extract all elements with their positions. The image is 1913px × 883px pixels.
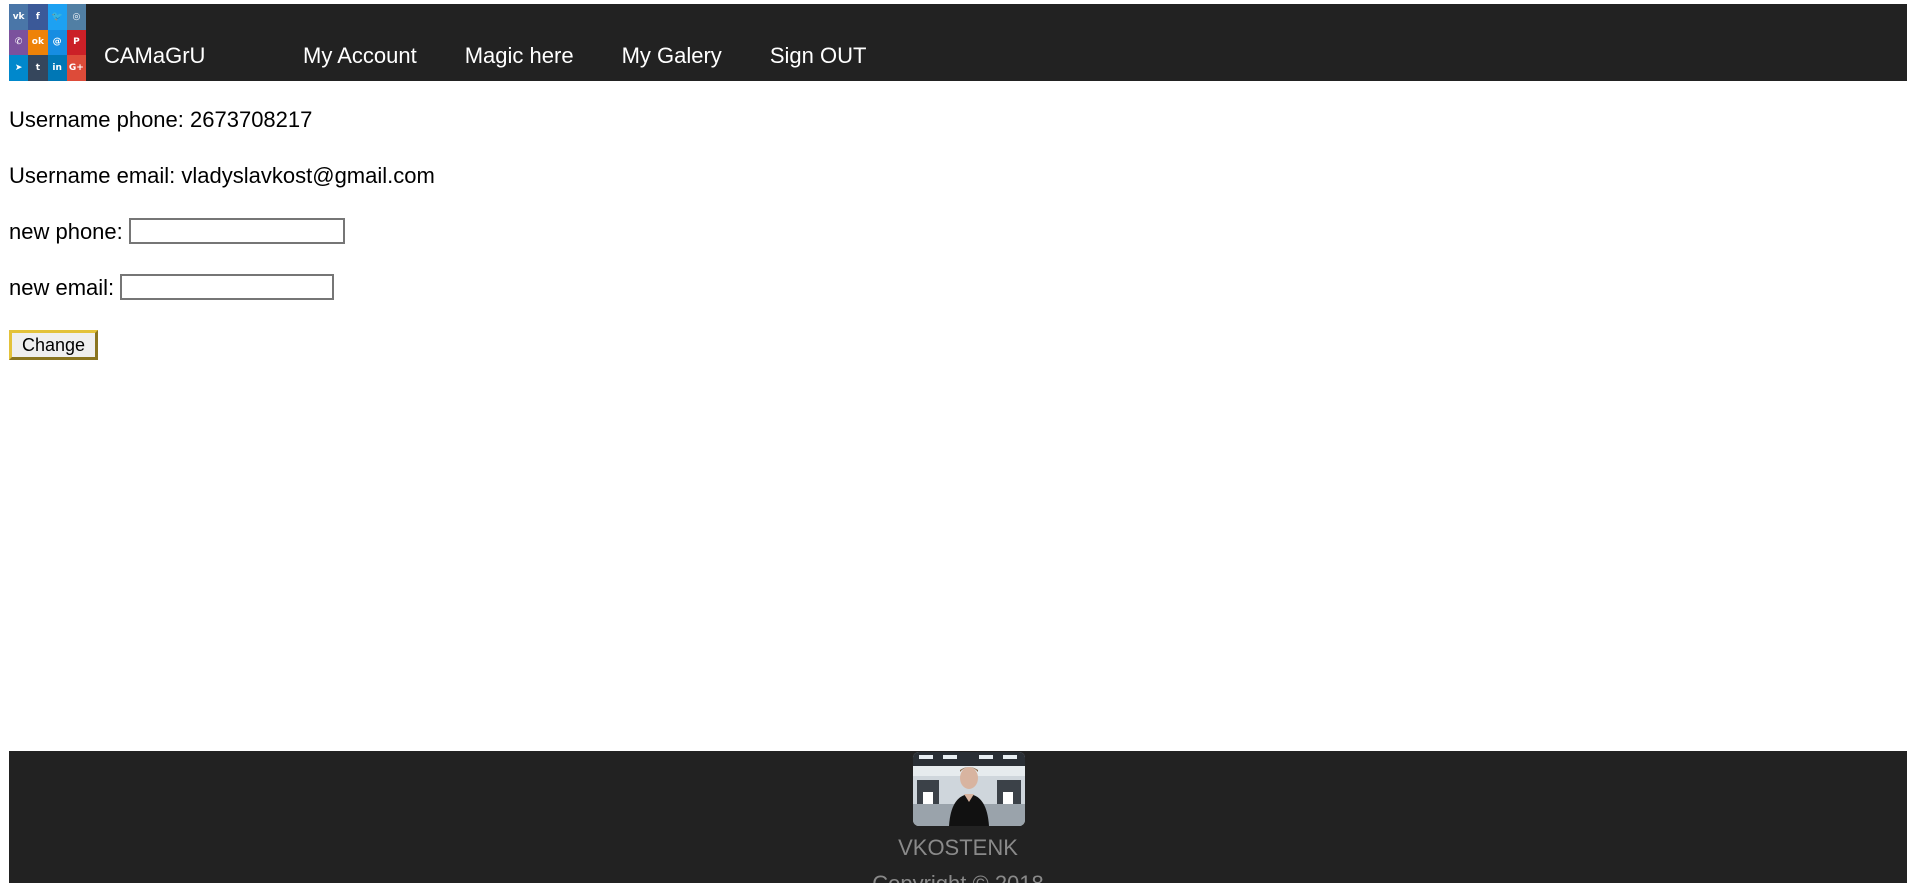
change-row: Change [9, 329, 435, 385]
twitter-icon[interactable]: 🐦 [47, 4, 67, 30]
new-email-input[interactable] [120, 274, 335, 300]
new-phone-label: new phone: [9, 219, 123, 244]
footer-copyright: Copyright © 2018 [9, 871, 1907, 883]
nav-sign-out[interactable]: Sign OUT [746, 4, 891, 81]
main-nav: My Account Magic here My Galery Sign OUT [279, 4, 890, 81]
account-panel: Username phone: 2673708217 Username emai… [9, 105, 435, 385]
nav-my-account[interactable]: My Account [279, 4, 441, 81]
new-phone-row: new phone: [9, 217, 435, 273]
social-share-grid: vk f 🐦 ◎ ✆ ok @ P ➤ t in G+ [9, 4, 86, 81]
vk-icon[interactable]: vk [9, 4, 29, 30]
phone-info-row: Username phone: 2673708217 [9, 105, 435, 161]
google-plus-icon[interactable]: G+ [66, 55, 86, 81]
linkedin-icon[interactable]: in [47, 55, 67, 81]
footer-author-name: VKOSTENK [898, 835, 1018, 860]
top-nav-bar: vk f 🐦 ◎ ✆ ok @ P ➤ t in G+ CAMaGrU My Account Magi… [9, 4, 1907, 81]
email-value: vladyslavkost@gmail.com [181, 163, 435, 188]
moimir-icon[interactable]: @ [47, 29, 67, 56]
new-phone-input[interactable] [128, 218, 345, 244]
tumblr-icon[interactable]: t [28, 55, 48, 81]
email-label: Username email: [9, 163, 176, 188]
telegram-icon[interactable]: ➤ [9, 55, 29, 81]
phone-value: 2673708217 [190, 107, 313, 132]
avatar [913, 752, 1025, 826]
facebook-icon[interactable]: f [28, 4, 48, 30]
avatar-photo [913, 752, 1025, 826]
nav-my-galery[interactable]: My Galery [598, 4, 746, 81]
brand-logo-text[interactable]: CAMaGrU [104, 4, 205, 81]
phone-label: Username phone: [9, 107, 184, 132]
nav-magic-here[interactable]: Magic here [441, 4, 598, 81]
new-email-label: new email: [9, 275, 115, 300]
pinterest-icon[interactable]: P [66, 29, 86, 56]
viber-icon[interactable]: ✆ [9, 29, 29, 56]
instagram-icon[interactable]: ◎ [66, 4, 86, 30]
change-button[interactable]: Change [9, 330, 99, 360]
new-email-row: new email: [9, 273, 435, 329]
odnoklassniki-icon[interactable]: ok [28, 29, 48, 56]
email-info-row: Username email: vladyslavkost@gmail.com [9, 161, 435, 217]
footer: VKOSTENK Copyright © 2018 [9, 751, 1907, 883]
